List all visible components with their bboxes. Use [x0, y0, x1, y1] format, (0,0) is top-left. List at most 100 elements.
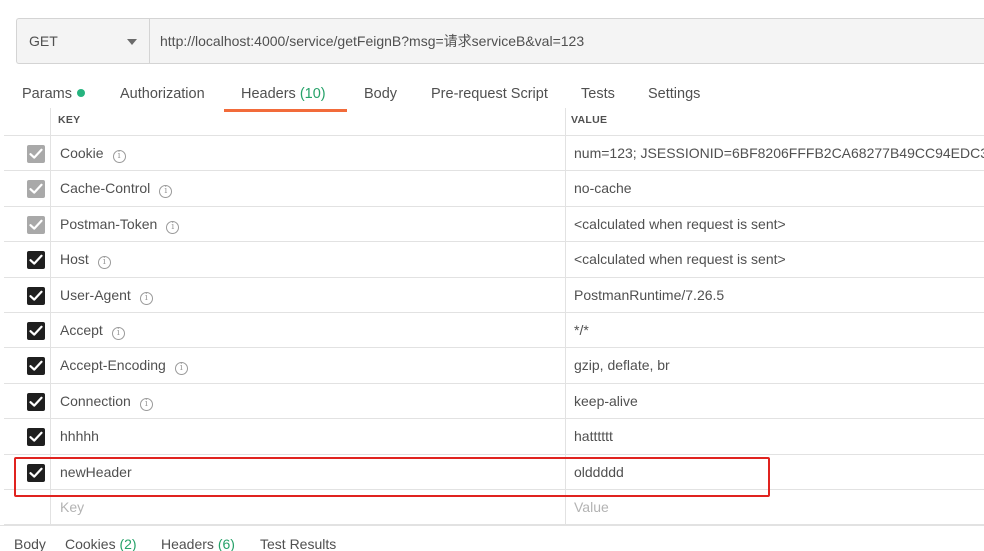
- header-key[interactable]: newHeader: [60, 464, 132, 480]
- info-icon[interactable]: i: [139, 291, 153, 305]
- new-key-input[interactable]: Key: [60, 499, 84, 515]
- header-key[interactable]: hhhhh: [60, 428, 99, 444]
- column-divider: [565, 108, 566, 135]
- table-row: hhhhh hatttttt: [4, 419, 984, 455]
- row-checkbox[interactable]: [27, 145, 45, 163]
- table-header: KEY VALUE: [4, 108, 984, 136]
- column-divider: [50, 108, 51, 135]
- tab-headers[interactable]: Headers (10): [241, 86, 326, 102]
- column-divider: [50, 277, 51, 312]
- header-value[interactable]: keep-alive: [574, 393, 638, 409]
- response-tab-headers-label: Headers: [161, 536, 214, 551]
- info-icon[interactable]: i: [97, 256, 111, 270]
- column-divider: [565, 419, 566, 454]
- tab-tests[interactable]: Tests: [581, 86, 615, 102]
- table-row: Cookie i num=123; JSESSIONID=6BF8206FFFB2C…: [4, 136, 984, 172]
- checkmark-icon: [29, 184, 43, 195]
- column-divider: [50, 171, 51, 206]
- column-divider: [565, 171, 566, 206]
- row-checkbox[interactable]: [27, 463, 45, 482]
- header-key-text: Connection: [60, 392, 131, 409]
- url-input[interactable]: http://localhost:4000/service/getFeignB?…: [150, 19, 984, 63]
- column-divider: [50, 489, 51, 525]
- info-icon[interactable]: i: [159, 185, 173, 199]
- header-value[interactable]: no-cache: [574, 180, 632, 196]
- method-select[interactable]: GET: [17, 19, 150, 63]
- response-tab-cookies-count: (2): [119, 536, 137, 551]
- column-divider: [565, 277, 566, 312]
- row-checkbox[interactable]: [27, 180, 45, 199]
- header-key[interactable]: Cookie i: [60, 145, 126, 163]
- row-checkbox[interactable]: [27, 251, 45, 270]
- column-divider: [565, 489, 566, 525]
- tab-pre-request-script[interactable]: Pre-request Script: [431, 86, 548, 102]
- info-icon[interactable]: i: [139, 397, 153, 411]
- info-icon[interactable]: i: [111, 326, 125, 340]
- header-value[interactable]: */*: [574, 322, 589, 338]
- tab-settings[interactable]: Settings: [648, 86, 700, 102]
- header-key-text: newHeader: [60, 463, 132, 480]
- header-key[interactable]: Host i: [60, 251, 111, 270]
- header-value[interactable]: PostmanRuntime/7.26.5: [574, 287, 724, 303]
- checkmark-icon: [29, 467, 43, 478]
- header-value[interactable]: gzip, deflate, br: [574, 357, 670, 373]
- checkmark-icon: [29, 361, 43, 372]
- tab-authorization[interactable]: Authorization: [120, 86, 205, 102]
- row-checkbox[interactable]: [27, 321, 45, 340]
- key-column-header: KEY: [58, 114, 81, 126]
- value-column-header: VALUE: [571, 114, 608, 126]
- method-label: GET: [29, 33, 58, 49]
- response-tabs: Body Cookies (2) Headers (6) Test Result…: [0, 525, 984, 551]
- header-key[interactable]: Accept i: [60, 322, 125, 340]
- column-divider: [50, 136, 51, 171]
- params-indicator-dot: [76, 89, 85, 97]
- response-tab-headers[interactable]: Headers (6): [161, 536, 235, 551]
- header-value[interactable]: <calculated when request is sent>: [574, 216, 786, 232]
- header-key[interactable]: Connection i: [60, 393, 153, 411]
- column-divider: [565, 206, 566, 242]
- column-divider: [50, 454, 51, 489]
- header-value[interactable]: num=123; JSESSIONID=6BF8206FFFB2CA68277B…: [574, 145, 984, 161]
- response-tab-body[interactable]: Body: [14, 536, 46, 551]
- top-strip: [0, 0, 984, 14]
- table-row: Accept-Encoding i gzip, deflate, br: [4, 348, 984, 384]
- header-key-text: Postman-Token: [60, 215, 158, 232]
- row-checkbox[interactable]: [27, 392, 45, 411]
- info-icon[interactable]: i: [112, 150, 126, 163]
- header-value[interactable]: olddddd: [574, 464, 624, 480]
- info-icon[interactable]: i: [166, 220, 180, 234]
- column-divider: [565, 242, 566, 277]
- column-divider: [565, 348, 566, 383]
- column-divider: [50, 348, 51, 383]
- table-row: Cache-Control i no-cache: [4, 171, 984, 207]
- response-tab-cookies[interactable]: Cookies (2): [65, 536, 137, 551]
- row-checkbox[interactable]: [27, 357, 45, 376]
- row-checkbox[interactable]: [27, 428, 45, 447]
- response-tab-test-results[interactable]: Test Results: [260, 536, 336, 551]
- row-checkbox[interactable]: [27, 286, 45, 305]
- header-key[interactable]: User-Agent i: [60, 287, 153, 305]
- request-bar: GET http://localhost:4000/service/getFei…: [16, 18, 984, 64]
- column-divider: [565, 136, 566, 171]
- header-value[interactable]: hatttttt: [574, 428, 613, 444]
- tab-body[interactable]: Body: [364, 86, 397, 102]
- response-tab-headers-count: (6): [217, 536, 235, 551]
- tab-params-label: Params: [22, 86, 72, 102]
- response-tab-cookies-label: Cookies: [65, 536, 116, 551]
- column-divider: [50, 206, 51, 242]
- header-key[interactable]: Cache-Control i: [60, 180, 173, 199]
- column-divider: [565, 454, 566, 489]
- row-checkbox[interactable]: [27, 215, 45, 234]
- info-icon[interactable]: i: [174, 362, 188, 376]
- headers-table: KEY VALUE Cookie i num=123; JSESSIONID=6BF…: [4, 108, 984, 526]
- header-key[interactable]: Accept-Encoding i: [60, 357, 188, 376]
- header-key[interactable]: Postman-Token i: [60, 215, 180, 234]
- header-key-text: Cookie: [60, 145, 104, 161]
- checkmark-icon: [29, 325, 43, 336]
- column-divider: [50, 312, 51, 348]
- new-value-input[interactable]: Value: [574, 499, 609, 515]
- tab-params[interactable]: Params: [22, 86, 85, 102]
- table-row: Host i <calculated when request is sent>: [4, 242, 984, 278]
- header-value[interactable]: <calculated when request is sent>: [574, 251, 786, 267]
- header-key-text: Accept-Encoding: [60, 357, 166, 374]
